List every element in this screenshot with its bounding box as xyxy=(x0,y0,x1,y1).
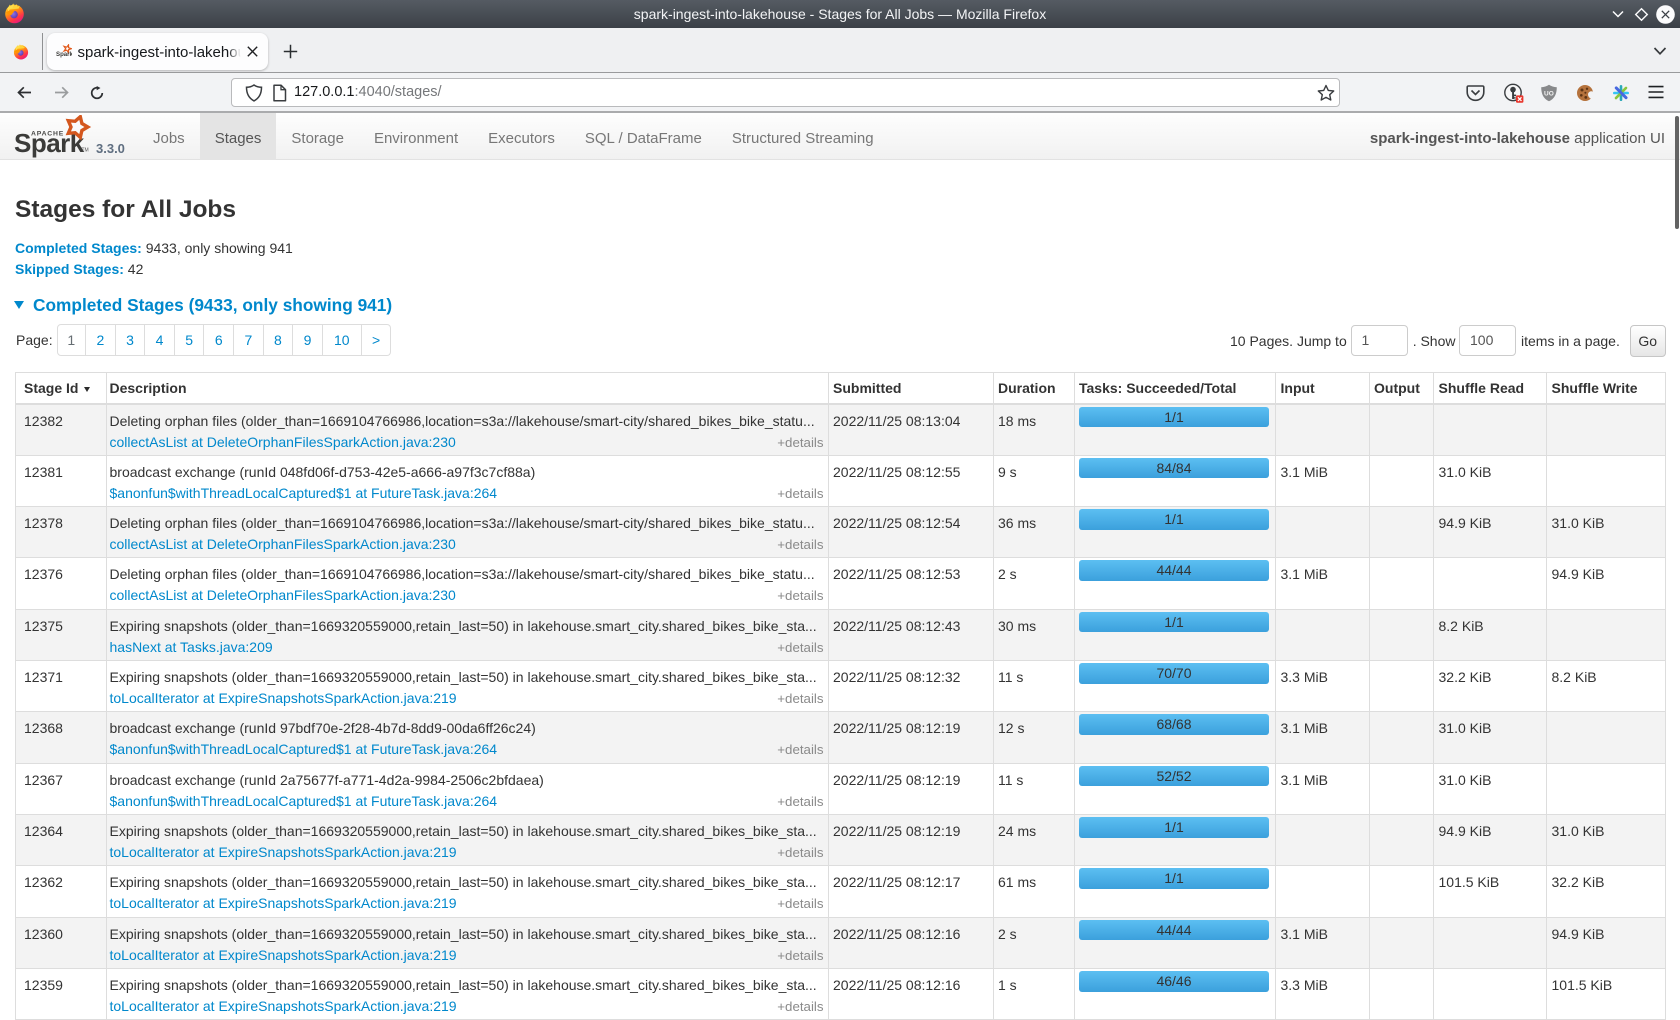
svg-text:Spark: Spark xyxy=(56,51,72,58)
svg-text:TM: TM xyxy=(82,147,89,153)
svg-text:UO: UO xyxy=(1544,91,1554,98)
